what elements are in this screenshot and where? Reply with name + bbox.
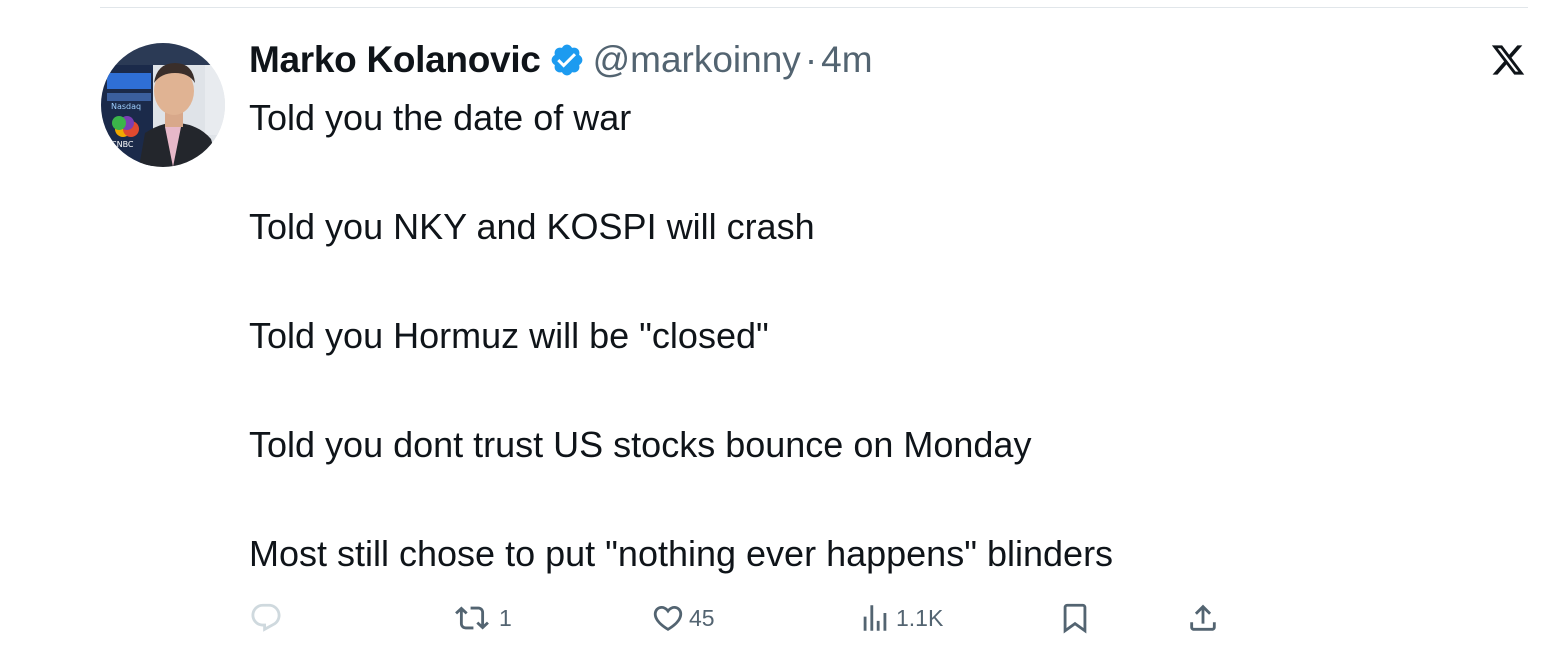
repost-button[interactable]: 1: [449, 596, 512, 640]
x-logo-icon[interactable]: [1490, 42, 1526, 78]
repost-count: 1: [499, 604, 512, 631]
share-icon: [1190, 604, 1216, 631]
reply-button[interactable]: [249, 596, 287, 640]
top-divider: [100, 7, 1528, 8]
svg-text:CNBC: CNBC: [111, 140, 134, 149]
heart-icon: [653, 605, 683, 631]
bookmark-icon: [1063, 603, 1087, 634]
repost-icon: [455, 606, 489, 630]
bookmark-button[interactable]: [1058, 596, 1092, 640]
reply-icon: [251, 603, 281, 632]
tweet-line: Most still chose to put "nothing ever ha…: [249, 533, 1114, 574]
views-icon: [863, 605, 887, 631]
tweet-line: Told you NKY and KOSPI will crash: [249, 206, 815, 247]
svg-text:Nasdaq: Nasdaq: [111, 102, 141, 111]
timestamp[interactable]: 4m: [821, 39, 872, 81]
separator-dot: ·: [804, 39, 818, 80]
verified-badge-icon[interactable]: [549, 42, 585, 78]
like-button[interactable]: 45: [651, 596, 715, 640]
views-count: 1.1K: [896, 604, 944, 631]
tweet-line: Told you dont trust US stocks bounce on …: [249, 424, 1032, 465]
tweet-header: Marko Kolanovic @markoinny · 4m: [249, 38, 873, 82]
tweet-actions: 1 45 1.1K: [0, 596, 1550, 640]
avatar[interactable]: Nasdaq CNBC: [101, 43, 225, 167]
share-button[interactable]: [1186, 596, 1220, 640]
display-name[interactable]: Marko Kolanovic: [249, 39, 541, 81]
like-count: 45: [689, 604, 715, 631]
avatar-photo: Nasdaq CNBC: [101, 43, 225, 167]
tweet-line: Told you the date of war: [249, 97, 632, 138]
views-button[interactable]: 1.1K: [858, 596, 943, 640]
tweet-text: Told you the date of war Told you NKY an…: [249, 95, 1449, 576]
tweet-line: Told you Hormuz will be "closed": [249, 315, 769, 356]
user-handle[interactable]: @markoinny: [593, 39, 801, 81]
